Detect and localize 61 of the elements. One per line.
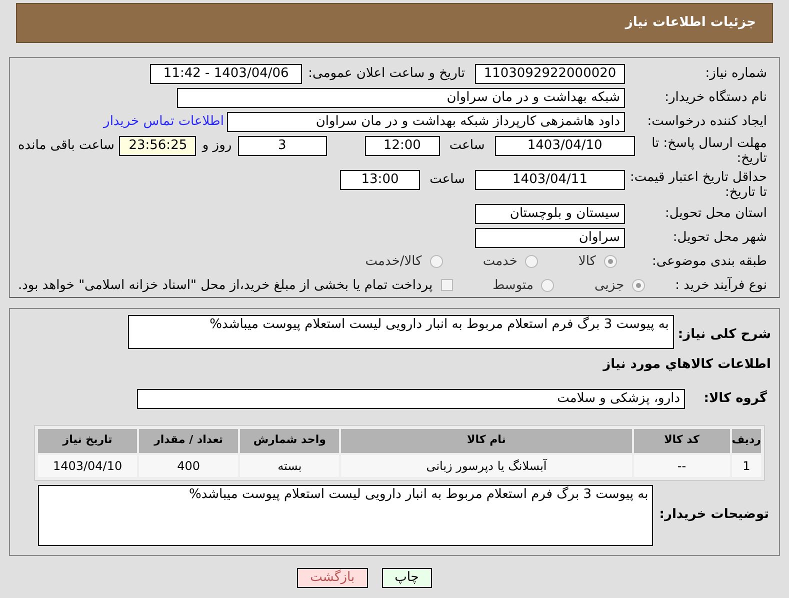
checkbox[interactable]	[440, 279, 453, 292]
field-label: استان محل تحویل:	[664, 205, 767, 224]
field-label: مهلت ارسال پاسخ: تا تاریخ:	[650, 136, 767, 166]
radio-button[interactable]	[604, 255, 617, 268]
field-label: شهر محل تحویل:	[672, 229, 767, 248]
column-header: نام کالا	[341, 428, 632, 452]
radio-button[interactable]	[541, 278, 554, 292]
field-label: شرح کلی نیاز:	[678, 326, 771, 344]
radio-label: جزیی	[594, 276, 624, 294]
field-label: نام دستگاه خریدار:	[664, 88, 767, 108]
countdown-field[interactable]: 23:56:25	[119, 136, 196, 156]
table-cell: 1403/04/10	[38, 454, 138, 476]
text-field[interactable]: 1403/04/11	[475, 170, 625, 190]
column-header: ردیف	[732, 428, 761, 452]
field-label: ساعت باقی مانده	[18, 137, 114, 155]
section-heading: اطلاعات کالاهاي مورد نياز	[602, 356, 771, 374]
field-label: تاریخ و ساعت اعلان عمومی:	[308, 65, 465, 84]
field-label: حداقل تاریخ اعتبار قیمت: تا تاریخ:	[628, 170, 767, 200]
notes-textarea[interactable]: به پیوست 3 برگ فرم استعلام مربوط به انبار دارویی لیست استعلام پیوست میباشد%	[38, 484, 654, 546]
radio-button[interactable]	[430, 255, 443, 268]
column-header: کد کالا	[634, 428, 730, 452]
field-label: روز و	[202, 137, 232, 155]
radio-label: خدمت	[482, 253, 518, 271]
text-field[interactable]: 1103092922000020	[475, 64, 625, 84]
print-button[interactable]: چاپ	[382, 568, 432, 588]
back-button[interactable]: بازگشت	[297, 568, 368, 588]
text-field[interactable]: دارو، پزشکی و سلامت	[137, 388, 685, 408]
table-cell: 400	[139, 454, 238, 476]
text-field[interactable]: 1403/04/10	[494, 136, 635, 156]
description-textarea[interactable]: به پیوست 3 برگ فرم استعلام مربوط به انبار دارویی لیست استعلام پیوست میباشد%	[128, 315, 674, 349]
page-title: جزئیات اطلاعات نیاز	[625, 14, 756, 32]
field-label: ساعت	[430, 171, 465, 189]
radio-button[interactable]	[632, 278, 646, 292]
radio-label: کالا	[578, 253, 596, 271]
table-cell: بسته	[240, 454, 340, 476]
text-field[interactable]: شبکه بهداشت و در مان سراوان	[177, 88, 625, 108]
contact-link[interactable]: اطلاعات تماس خریدار	[104, 112, 224, 132]
text-field[interactable]: داود هاشمزهی کارپرداز شبکه بهداشت و در مان سراوان	[227, 112, 625, 132]
field-label: گروه کالا:	[702, 389, 767, 408]
text-field[interactable]: 13:00	[340, 170, 420, 190]
field-label: طبقه بندی موضوعی:	[650, 253, 767, 271]
text-field[interactable]: 12:00	[364, 136, 440, 156]
radio-button[interactable]	[525, 255, 538, 268]
field-label: ایجاد کننده درخواست:	[646, 113, 767, 132]
column-header: تاریخ نیاز	[38, 428, 138, 452]
field-label: نوع فرآیند خرید :	[674, 276, 767, 294]
text-field[interactable]: 3	[238, 136, 327, 156]
radio-label: کالا/خدمت	[365, 253, 422, 271]
column-header: واحد شمارش	[240, 428, 340, 452]
text-field[interactable]: سراوان	[475, 228, 625, 248]
field-label: شماره نیاز:	[704, 65, 767, 84]
text-field[interactable]: 1403/04/06 - 11:42	[150, 64, 302, 84]
table-cell: آبسلانگ یا دپرسور زبانی	[341, 454, 632, 476]
table-cell: 1	[732, 454, 761, 476]
checkbox-label: پرداخت تمام یا بخشی از مبلغ خرید،از محل "اسناد خزانه اسلامی" خواهد بود.	[18, 276, 433, 294]
radio-label: متوسط	[492, 276, 534, 294]
text-field[interactable]: سیستان و بلوچستان	[475, 204, 625, 224]
table-cell: --	[634, 454, 730, 476]
field-label: ساعت	[450, 137, 485, 155]
field-label: توضیحات خریدار:	[659, 506, 769, 524]
column-header: تعداد / مقدار	[139, 428, 238, 452]
